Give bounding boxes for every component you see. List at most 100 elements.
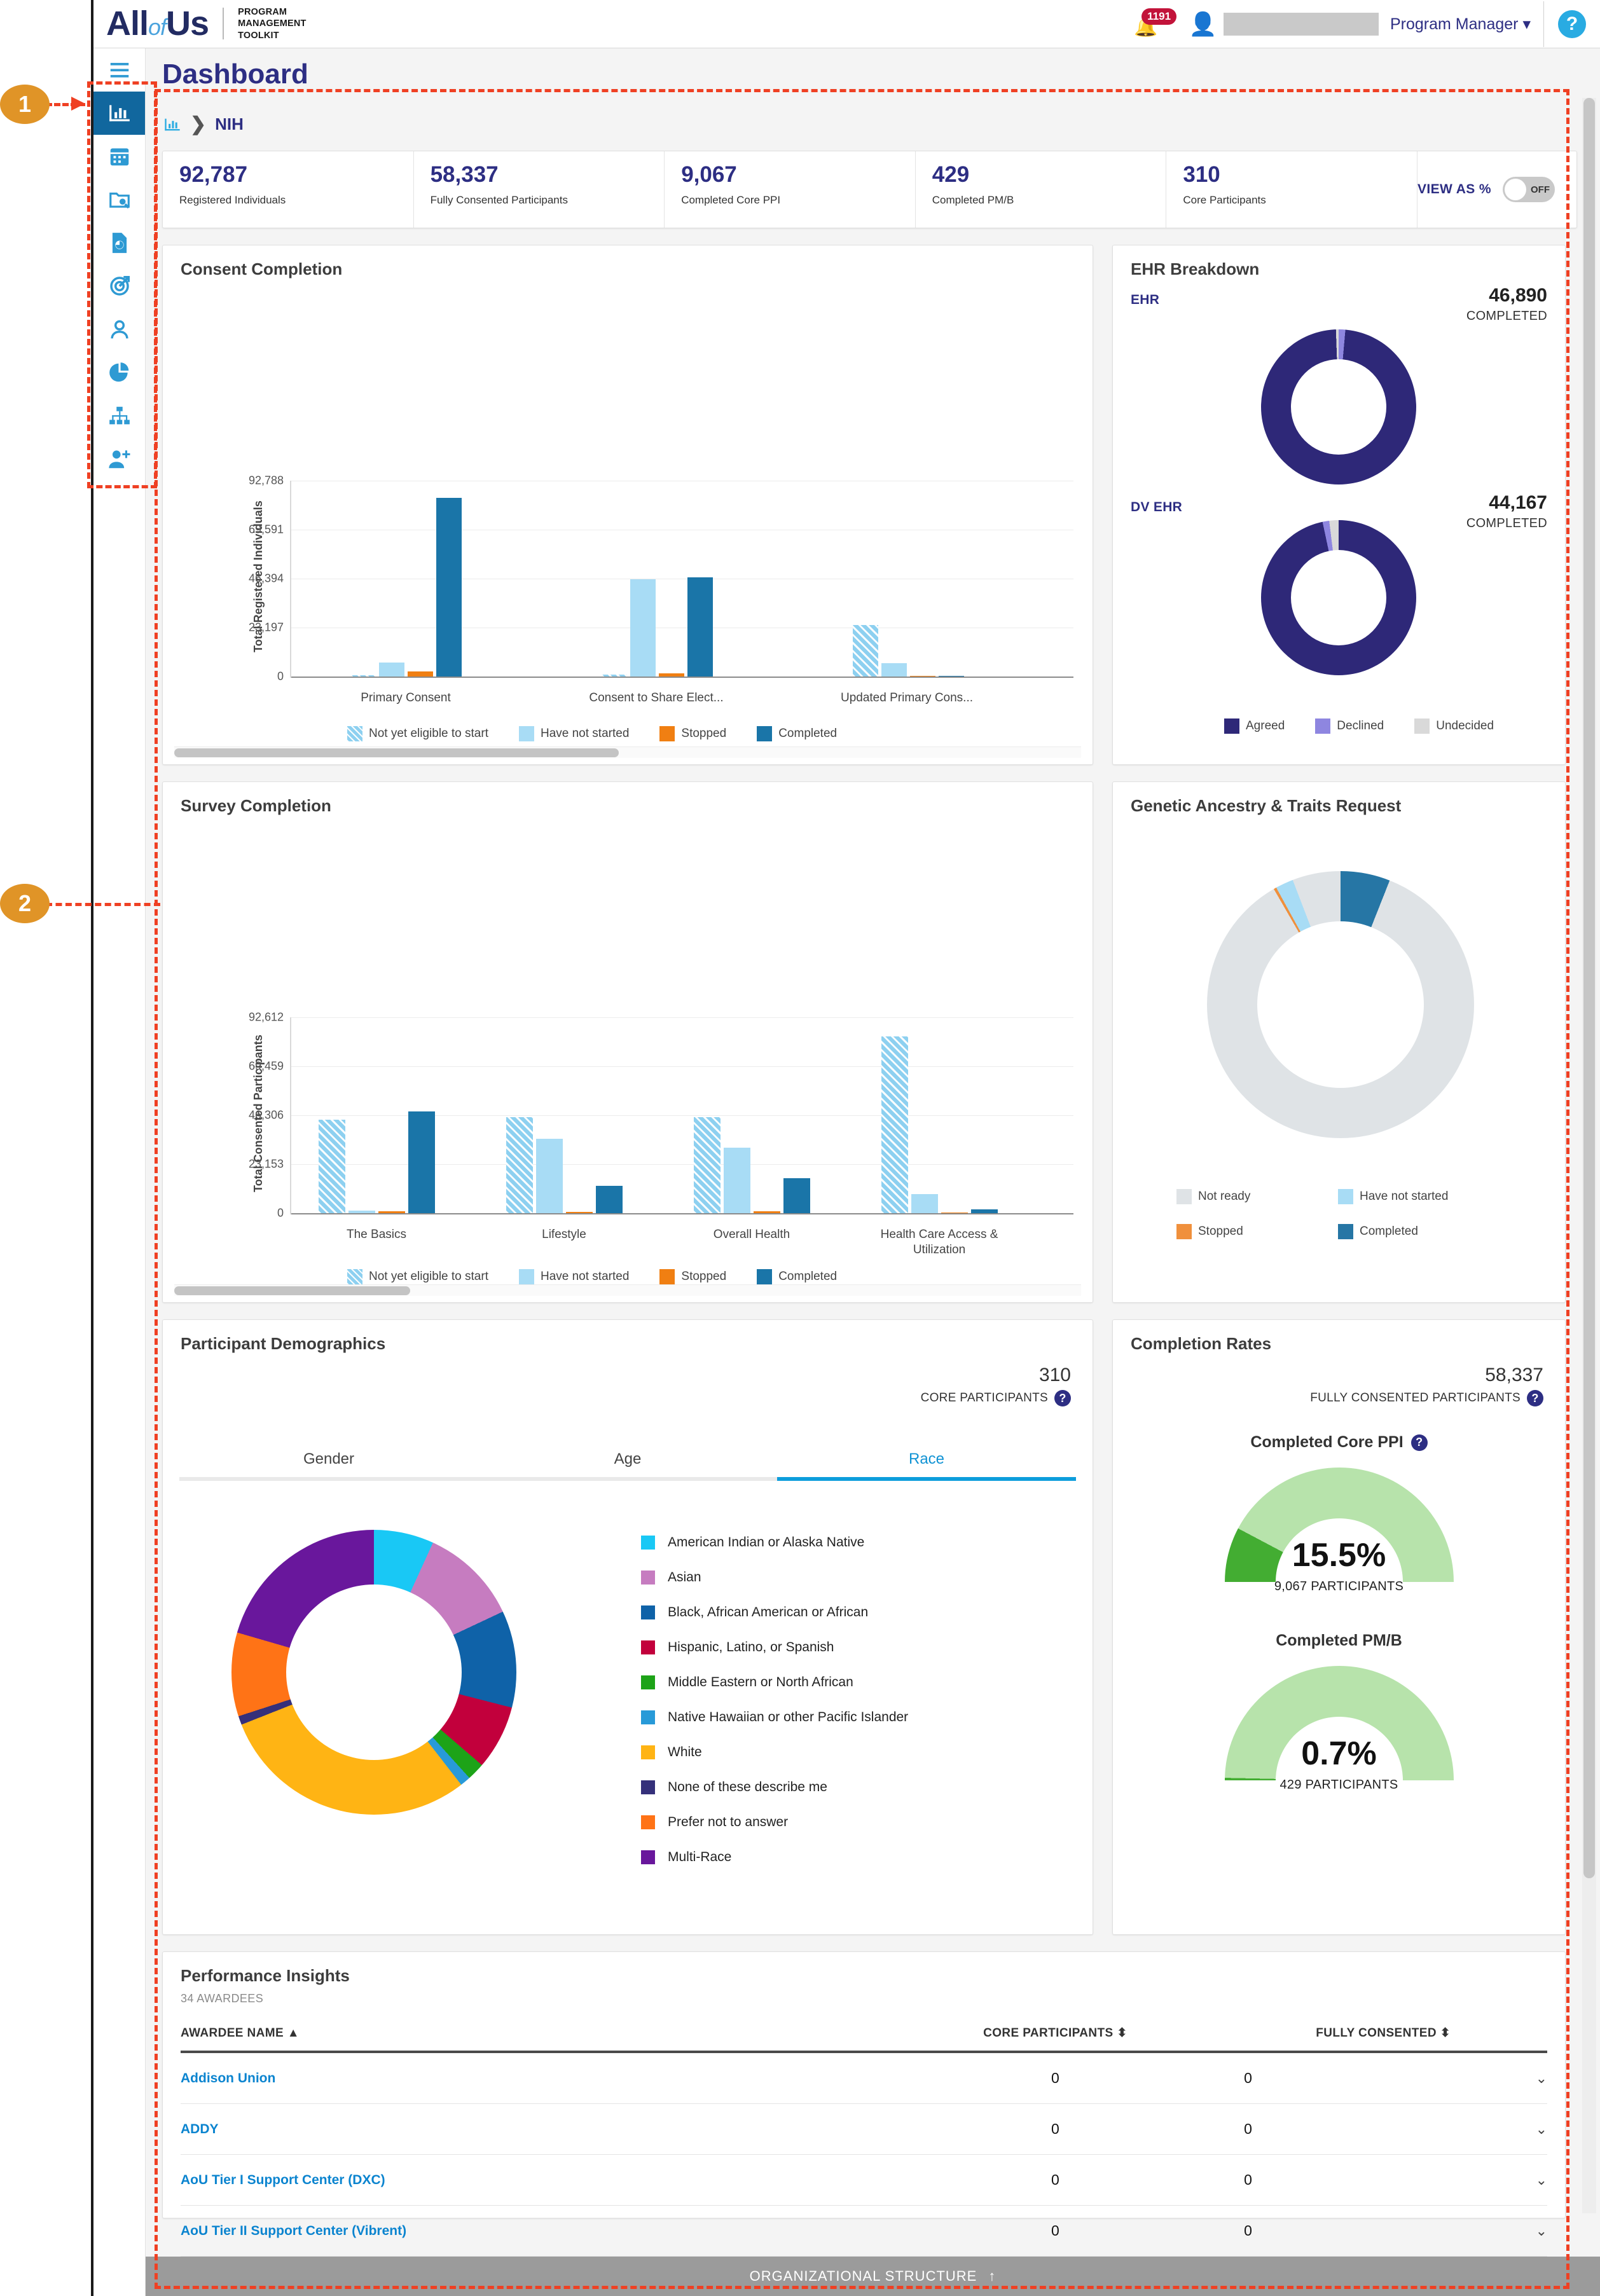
view-as-percent-control[interactable]: VIEW AS % OFF (1417, 151, 1576, 228)
legend-item[interactable]: None of these describe me (641, 1770, 908, 1804)
sidebar-item-calendar[interactable] (93, 135, 145, 178)
legend-item[interactable]: Stopped (659, 726, 726, 741)
legend-item[interactable]: Not yet eligible to start (347, 726, 488, 741)
sidebar-item-dashboard[interactable] (93, 92, 145, 135)
sidebar-item-report[interactable] (93, 221, 145, 265)
avatar: 👤 (1189, 10, 1217, 37)
sidebar-item-org-chart[interactable] (93, 394, 145, 437)
pie-chart-icon (109, 362, 128, 382)
legend-item[interactable]: Completed (1338, 1224, 1418, 1239)
genetic-legend-row-2: Stopped Completed (1176, 1224, 1418, 1239)
legend-item[interactable]: Asian (641, 1560, 908, 1595)
page-vertical-scrollbar[interactable] (1582, 98, 1596, 2213)
legend-item[interactable]: Multi-Race (641, 1839, 908, 1874)
annotation-label-2: 2 (18, 890, 32, 916)
scrollbar-thumb[interactable] (1583, 98, 1595, 1878)
legend-item[interactable]: Not yet eligible to start (347, 1269, 488, 1284)
kpi-label: Registered Individuals (179, 193, 286, 206)
legend-item[interactable]: Undecided (1414, 718, 1494, 734)
legend-item[interactable]: Not ready (1176, 1189, 1329, 1204)
legend-label: Completed (778, 727, 838, 740)
sidebar-item-add-user[interactable] (93, 437, 145, 481)
scrollbar-thumb[interactable] (174, 1286, 410, 1295)
legend-item[interactable]: American Indian or Alaska Native (641, 1525, 908, 1560)
help-icon[interactable]: ? (1054, 1390, 1071, 1406)
app-window: AllofUs PROGRAM MANAGEMENT TOOLKIT 🔔 119… (91, 0, 1600, 2296)
col-fully-consented[interactable]: FULLY CONSENTED ⬍ (1219, 2026, 1547, 2053)
scrollbar-thumb[interactable] (174, 748, 619, 757)
organizational-structure-bar[interactable]: ORGANIZATIONAL STRUCTURE ↑ (146, 2257, 1600, 2296)
tab-race[interactable]: Race (777, 1450, 1076, 1481)
kpi-fully-consented-participants: 58,337 Fully Consented Participants (414, 151, 665, 228)
bar-chart-icon[interactable] (163, 116, 181, 134)
person-icon (110, 320, 128, 339)
col-awardee-name[interactable]: AWARDEE NAME ▲ (181, 2026, 892, 2053)
cell-awardee-name[interactable]: AoU Tier II Support Center (Vibrent) (181, 2205, 892, 2257)
view-as-toggle[interactable]: OFF (1502, 177, 1555, 202)
chart-legend: Not yet eligible to start Have not start… (347, 726, 859, 741)
legend-swatch-undecided (1414, 718, 1430, 734)
help-icon[interactable]: ? (1527, 1390, 1543, 1406)
sidebar-item-menu[interactable] (93, 48, 145, 92)
legend-item[interactable]: Middle Eastern or North African (641, 1665, 908, 1700)
cell-fully-consented: 0 (1219, 2205, 1277, 2257)
dashboard-row-3: Participant Demographics 310 CORE PARTIC… (146, 1303, 1600, 1935)
help-icon[interactable]: ? (1410, 1434, 1428, 1451)
dv-ehr-completed-label: COMPLETED (1466, 516, 1547, 530)
document-chart-icon (112, 233, 127, 253)
table-row[interactable]: AoU Tier I Support Center (DXC) 0 0 ⌄ (181, 2154, 1547, 2206)
cell-awardee-name[interactable]: ADDY (181, 2103, 892, 2155)
legend-item[interactable]: Have not started (1338, 1189, 1448, 1204)
row-expand-chevron-icon[interactable]: ⌄ (1276, 2154, 1547, 2206)
legend-item[interactable]: Declined (1315, 718, 1384, 734)
col-core-participants[interactable]: CORE PARTICIPANTS ⬍ (891, 2026, 1220, 2053)
legend-item[interactable]: Black, African American or African (641, 1595, 908, 1630)
notifications-button[interactable]: 🔔 1191 (1131, 8, 1177, 40)
row-expand-chevron-icon[interactable]: ⌄ (1276, 2103, 1547, 2155)
gauge-percent-pmb: 0.7% (1301, 1735, 1377, 1772)
cell-awardee-name[interactable]: AoU Tier I Support Center (DXC) (181, 2154, 892, 2206)
sidebar-item-profile[interactable] (93, 308, 145, 351)
legend-swatch-completed (757, 726, 773, 741)
legend-item[interactable]: Agreed (1224, 718, 1285, 734)
breadcrumb-current[interactable]: NIH (215, 114, 244, 134)
table-row[interactable]: AoU Tier II Support Center (Vibrent) 0 0… (181, 2205, 1547, 2257)
legend-swatch-have-not-started (518, 1269, 534, 1284)
kpi-value: 9,067 (681, 162, 737, 187)
help-button[interactable]: ? (1558, 10, 1586, 38)
gauge-title-pmb: Completed PM/B (1113, 1632, 1565, 1650)
legend-item[interactable]: Stopped (659, 1269, 726, 1284)
row-expand-chevron-icon[interactable]: ⌄ (1276, 2205, 1547, 2257)
x-tick-label: Primary Consent (361, 691, 451, 705)
legend-item[interactable]: Stopped (1176, 1224, 1329, 1239)
bar-completed (783, 1178, 810, 1213)
sidebar-item-target[interactable] (93, 265, 145, 308)
tab-gender[interactable]: Gender (179, 1450, 478, 1481)
legend-item[interactable]: Native Hawaiian or other Pacific Islande… (641, 1700, 908, 1735)
legend-item[interactable]: White (641, 1735, 908, 1770)
gauge-title-text: Completed Core PPI (1250, 1433, 1403, 1451)
legend-item[interactable]: Prefer not to answer (641, 1804, 908, 1839)
cell-awardee-name[interactable]: Addison Union (181, 2052, 892, 2104)
role-dropdown[interactable]: Program Manager ▾ (1390, 15, 1531, 34)
legend-item[interactable]: Hispanic, Latino, or Spanish (641, 1630, 908, 1665)
chart-horizontal-scrollbar[interactable] (174, 746, 1081, 758)
sort-icon: ⬍ (1440, 2026, 1451, 2040)
chart-horizontal-scrollbar[interactable] (174, 1284, 1081, 1296)
row-expand-chevron-icon[interactable]: ⌄ (1276, 2052, 1547, 2104)
legend-item[interactable]: Completed (757, 726, 837, 741)
kpi-label: Completed PM/B (932, 193, 1014, 206)
sidebar-item-analytics[interactable] (93, 351, 145, 394)
app-logo[interactable]: AllofUs PROGRAM MANAGEMENT TOOLKIT (93, 6, 307, 42)
demographics-tabs: Gender Age Race (179, 1450, 1076, 1481)
legend-label: Have not started (1360, 1190, 1449, 1203)
table-row[interactable]: Addison Union 0 0 ⌄ (181, 2052, 1547, 2104)
legend-label: Prefer not to answer (668, 1814, 789, 1829)
legend-item[interactable]: Have not started (518, 1269, 629, 1284)
legend-item[interactable]: Completed (757, 1269, 837, 1284)
table-row[interactable]: ADDY 0 0 ⌄ (181, 2103, 1547, 2155)
sidebar-item-folder-search[interactable] (93, 178, 145, 221)
legend-item[interactable]: Have not started (518, 726, 629, 741)
tab-age[interactable]: Age (478, 1450, 777, 1481)
bar-have-not-started (911, 1194, 938, 1213)
